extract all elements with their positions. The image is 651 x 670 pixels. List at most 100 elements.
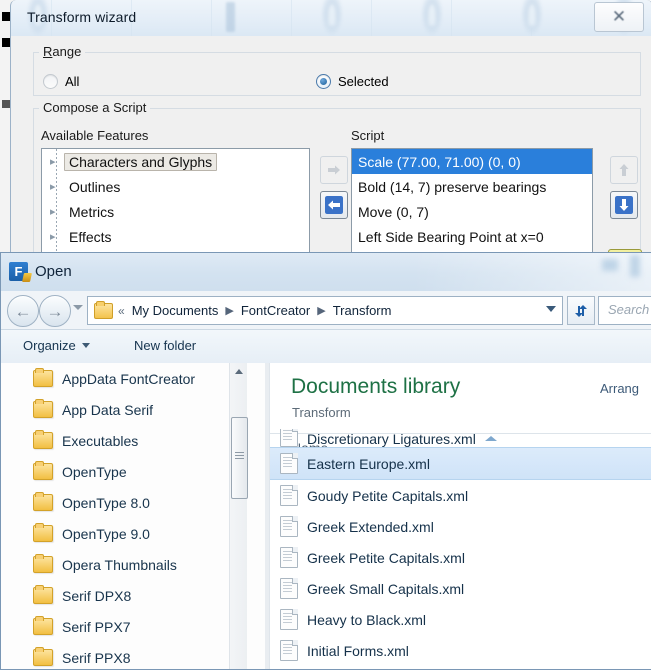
chevron-right-icon[interactable]: ▸ — [50, 180, 64, 193]
nav-folder-label: Opera Thumbnails — [62, 556, 177, 573]
file-row-clipped[interactable]: Discretionary Ligatures.xml — [270, 429, 476, 447]
compose-group-label: Compose a Script — [39, 100, 151, 115]
close-button[interactable]: ✕ — [594, 2, 644, 32]
file-name-label: Initial Forms.xml — [307, 642, 409, 659]
radio-range-selected[interactable]: Selected — [316, 74, 389, 89]
forward-button[interactable]: → — [39, 295, 71, 327]
file-name-label: Eastern Europe.xml — [307, 455, 430, 472]
move-down-button[interactable] — [610, 191, 638, 219]
file-row[interactable]: Greek Extended.xml — [270, 511, 651, 542]
radio-range-all[interactable]: All — [43, 74, 79, 89]
chevron-down-icon — [81, 343, 90, 348]
tree-item-label: Metrics — [69, 203, 115, 220]
nav-folder-label: OpenType 8.0 — [62, 494, 150, 511]
organize-label: Organize — [23, 338, 76, 353]
chevron-right-icon[interactable]: ▸ — [50, 205, 64, 218]
file-row[interactable]: Greek Small Capitals.xml — [270, 573, 651, 604]
radio-indicator-all — [43, 74, 58, 89]
wizard-title: Transform wizard — [27, 9, 137, 25]
add-feature-button[interactable] — [320, 156, 348, 184]
file-row[interactable]: Eastern Europe.xml — [270, 447, 651, 480]
breadcrumb[interactable]: « My Documents ▶ FontCreator ▶ Transform — [87, 296, 563, 325]
folder-icon — [94, 300, 113, 319]
nav-folder-label: OpenType 9.0 — [62, 525, 150, 542]
file-name-label: Heavy to Black.xml — [307, 611, 427, 628]
arrow-right-icon: → — [46, 301, 64, 321]
xml-file-icon — [280, 547, 298, 568]
folder-icon — [33, 461, 53, 480]
refresh-button[interactable] — [567, 296, 595, 325]
available-features-label: Available Features — [41, 128, 149, 143]
folder-icon — [33, 523, 53, 542]
breadcrumb-separator-icon[interactable]: ▶ — [225, 304, 233, 317]
range-accelerator: R — [43, 44, 53, 59]
xml-file-icon — [280, 609, 298, 630]
script-item[interactable]: Bold (14, 7) preserve bearings — [352, 174, 592, 199]
recent-pages-icon[interactable] — [73, 305, 83, 310]
organize-button[interactable]: Organize — [23, 338, 90, 353]
folder-icon — [33, 368, 53, 387]
open-dialog-title: Open — [35, 263, 72, 280]
new-folder-button[interactable]: New folder — [134, 338, 196, 353]
script-item[interactable]: Left Side Bearing Point at x=0 — [352, 224, 592, 249]
tree-item-label: Characters and Glyphs — [64, 152, 218, 171]
file-row[interactable]: Initial Forms.xml — [270, 635, 651, 666]
script-item[interactable]: Scale (77.00, 71.00) (0, 0) — [352, 149, 592, 174]
available-features-list[interactable]: ▸ Characters and Glyphs ▸ Outlines ▸ Met… — [41, 148, 310, 256]
chevron-right-icon[interactable]: ▸ — [50, 155, 64, 168]
open-file-dialog: F Open ← → « My Documents ▶ FontCreator … — [0, 252, 651, 670]
xml-file-icon — [280, 578, 298, 599]
sort-ascending-icon — [485, 436, 497, 441]
tree-item-effects[interactable]: ▸ Effects — [42, 224, 309, 249]
arrow-down-icon — [615, 196, 633, 214]
nav-folder-label: Serif PPX8 — [62, 649, 131, 666]
file-row[interactable]: Heavy to Black.xml — [270, 604, 651, 635]
breadcrumb-item-my-documents[interactable]: My Documents — [130, 302, 221, 319]
script-item[interactable]: Move (0, 7) — [352, 199, 592, 224]
xml-file-icon — [280, 516, 298, 537]
folder-icon — [33, 616, 53, 635]
titlebar-glass — [412, 253, 651, 291]
radio-label-all: All — [65, 74, 80, 89]
file-list[interactable]: Eastern Europe.xml Goudy Petite Capitals… — [270, 447, 651, 669]
xml-file-icon — [280, 640, 298, 661]
breadcrumb-item-transform[interactable]: Transform — [331, 302, 394, 319]
new-folder-label: New folder — [134, 338, 197, 353]
arrow-left-icon — [325, 196, 343, 214]
scrollbar-thumb[interactable] — [231, 417, 248, 499]
folder-icon — [33, 554, 53, 573]
nav-folder-label: Serif PPX7 — [62, 618, 131, 635]
breadcrumb-item-fontcreator[interactable]: FontCreator — [239, 302, 312, 319]
breadcrumb-overflow-icon[interactable]: « — [118, 304, 125, 318]
breadcrumb-separator-icon[interactable]: ▶ — [317, 304, 325, 317]
back-button[interactable]: ← — [7, 295, 39, 327]
script-list[interactable]: Scale (77.00, 71.00) (0, 0) Bold (14, 7)… — [351, 148, 593, 256]
scroll-up-arrow-icon — [234, 369, 243, 374]
file-name-label: Discretionary Ligatures.xml — [307, 431, 476, 447]
chevron-down-icon[interactable] — [546, 306, 556, 312]
chevron-right-icon[interactable]: ▸ — [50, 230, 64, 243]
tree-item-metrics[interactable]: ▸ Metrics — [42, 199, 309, 224]
file-name-label: Greek Small Capitals.xml — [307, 580, 465, 597]
folder-icon — [33, 585, 53, 604]
file-row[interactable]: Greek Petite Capitals.xml — [270, 542, 651, 573]
remove-feature-button[interactable] — [320, 191, 348, 219]
folder-icon — [33, 430, 53, 449]
open-dialog-titlebar[interactable]: F Open — [1, 253, 651, 291]
scroll-up-button[interactable] — [230, 363, 247, 380]
arrange-by-label[interactable]: Arrang — [600, 381, 639, 396]
search-input[interactable]: Search — [598, 296, 651, 325]
file-name-label: Greek Petite Capitals.xml — [307, 549, 465, 566]
tree-item-outlines[interactable]: ▸ Outlines — [42, 174, 309, 199]
nav-folder-label: Executables — [62, 432, 139, 449]
wizard-titlebar[interactable]: Transform wizard ✕ — [11, 0, 651, 36]
tree-item-characters-and-glyphs[interactable]: ▸ Characters and Glyphs — [42, 149, 309, 174]
arrow-left-icon: ← — [14, 301, 32, 321]
navigation-pane-scrollbar[interactable] — [229, 363, 248, 669]
folder-icon — [33, 399, 53, 418]
refresh-icon — [575, 304, 587, 317]
transform-wizard-window: Transform wizard ✕ Range All Selected Co… — [10, 0, 651, 257]
file-row[interactable]: Goudy Petite Capitals.xml — [270, 480, 651, 511]
radio-label-selected: Selected — [338, 74, 389, 89]
move-up-button[interactable] — [610, 156, 638, 184]
